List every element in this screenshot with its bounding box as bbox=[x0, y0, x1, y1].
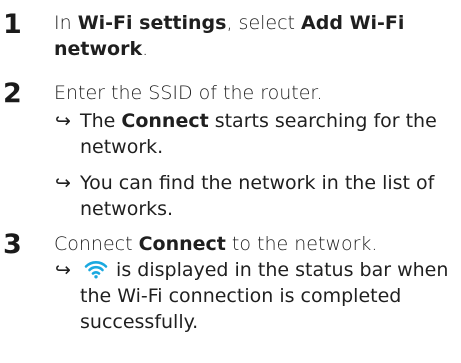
step-text-part: . bbox=[142, 38, 149, 60]
result-text: is displayed in the status bar when the … bbox=[80, 259, 449, 333]
step-text-part: , select bbox=[226, 12, 302, 34]
step-number: 2 bbox=[3, 78, 22, 109]
app-name: Connect bbox=[121, 110, 209, 132]
step-result: ↪ The Connect starts searching for the n… bbox=[55, 108, 455, 160]
step-result: ↪ You can find the network in the list o… bbox=[55, 170, 455, 222]
wifi-icon bbox=[84, 261, 108, 279]
app-name: Connect bbox=[138, 233, 226, 255]
step-text: Enter the SSID of the router. bbox=[54, 82, 323, 104]
result-text: You can find the network in the list of … bbox=[80, 172, 435, 220]
result-text-part: The bbox=[80, 110, 122, 132]
step-text: Connect Connect to the network. bbox=[54, 231, 455, 257]
result-arrow-icon: ↪ bbox=[55, 259, 71, 281]
step-text-part: Connect bbox=[54, 233, 139, 255]
step-result: ↪ is displayed in the status bar when th… bbox=[55, 257, 455, 335]
step-number: 1 bbox=[3, 9, 22, 40]
result-arrow-icon: ↪ bbox=[55, 110, 71, 132]
menu-name: Wi-Fi settings bbox=[77, 12, 227, 34]
result-arrow-icon: ↪ bbox=[55, 172, 71, 194]
step-number: 3 bbox=[3, 229, 22, 260]
step-text: In Wi-Fi settings, select Add Wi-Fi netw… bbox=[54, 10, 455, 62]
step-text-part: In bbox=[54, 12, 78, 34]
step-text-part: to the network. bbox=[225, 233, 378, 255]
